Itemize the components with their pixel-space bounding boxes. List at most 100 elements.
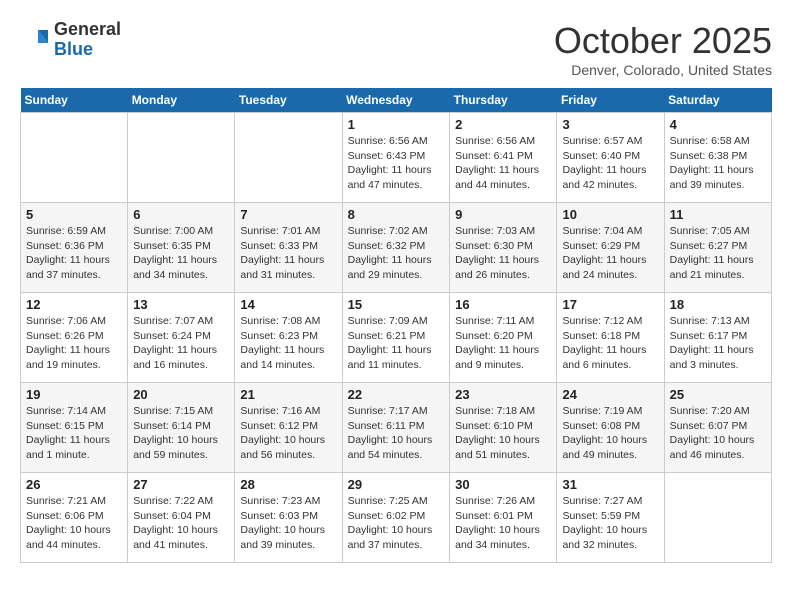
day-number: 29 — [348, 477, 445, 492]
calendar-table: SundayMondayTuesdayWednesdayThursdayFrid… — [20, 88, 772, 563]
day-info: Sunrise: 7:06 AM Sunset: 6:26 PM Dayligh… — [26, 314, 122, 373]
calendar-cell: 26 Sunrise: 7:21 AM Sunset: 6:06 PM Dayli… — [21, 473, 128, 563]
day-number: 15 — [348, 297, 445, 312]
day-number: 1 — [348, 117, 445, 132]
day-info: Sunrise: 7:05 AM Sunset: 6:27 PM Dayligh… — [670, 224, 766, 283]
day-info: Sunrise: 7:13 AM Sunset: 6:17 PM Dayligh… — [670, 314, 766, 373]
month-title: October 2025 — [554, 20, 772, 62]
day-number: 16 — [455, 297, 551, 312]
calendar-cell: 23Sunrise: 7:18 AM Sunset: 6:10 PM Dayli… — [450, 383, 557, 473]
day-of-week-header: Monday — [128, 88, 235, 113]
day-number: 18 — [670, 297, 766, 312]
day-info: Sunrise: 7:15 AM Sunset: 6:14 PM Dayligh… — [133, 404, 229, 463]
day-number: 24 — [562, 387, 658, 402]
page-header: General Blue October 2025 Denver, Colora… — [20, 20, 772, 78]
day-info: Sunrise: 7:16 AM Sunset: 6:12 PM Dayligh… — [240, 404, 336, 463]
calendar-cell: 31Sunrise: 7:27 AM Sunset: 5:59 PM Dayli… — [557, 473, 664, 563]
calendar-cell: 15 Sunrise: 7:09 AM Sunset: 6:21 PM Dayli… — [342, 293, 450, 383]
day-number: 31 — [562, 477, 658, 492]
day-number: 19 — [26, 387, 122, 402]
calendar-week-row: 19 Sunrise: 7:14 AM Sunset: 6:15 PM Dayli… — [21, 383, 772, 473]
calendar-cell: 1 Sunrise: 6:56 AM Sunset: 6:43 PM Daylig… — [342, 113, 450, 203]
calendar-cell: 28 Sunrise: 7:23 AM Sunset: 6:03 PM Dayli… — [235, 473, 342, 563]
day-number: 23 — [455, 387, 551, 402]
day-number: 9 — [455, 207, 551, 222]
calendar-cell: 25 Sunrise: 7:20 AM Sunset: 6:07 PM Dayli… — [664, 383, 771, 473]
day-info: Sunrise: 6:58 AM Sunset: 6:38 PM Dayligh… — [670, 134, 766, 193]
calendar-cell: 22 Sunrise: 7:17 AM Sunset: 6:11 PM Dayli… — [342, 383, 450, 473]
day-number: 20 — [133, 387, 229, 402]
day-info: Sunrise: 6:56 AM Sunset: 6:43 PM Dayligh… — [348, 134, 445, 193]
calendar-week-row: 5 Sunrise: 6:59 AM Sunset: 6:36 PM Daylig… — [21, 203, 772, 293]
day-info: Sunrise: 7:25 AM Sunset: 6:02 PM Dayligh… — [348, 494, 445, 553]
day-info: Sunrise: 7:26 AM Sunset: 6:01 PM Dayligh… — [455, 494, 551, 553]
day-number: 5 — [26, 207, 122, 222]
day-info: Sunrise: 6:59 AM Sunset: 6:36 PM Dayligh… — [26, 224, 122, 283]
day-number: 14 — [240, 297, 336, 312]
day-info: Sunrise: 7:08 AM Sunset: 6:23 PM Dayligh… — [240, 314, 336, 373]
day-info: Sunrise: 7:14 AM Sunset: 6:15 PM Dayligh… — [26, 404, 122, 463]
day-info: Sunrise: 7:07 AM Sunset: 6:24 PM Dayligh… — [133, 314, 229, 373]
calendar-header-row: SundayMondayTuesdayWednesdayThursdayFrid… — [21, 88, 772, 113]
day-number: 7 — [240, 207, 336, 222]
day-number: 11 — [670, 207, 766, 222]
day-number: 6 — [133, 207, 229, 222]
calendar-cell: 10Sunrise: 7:04 AM Sunset: 6:29 PM Dayli… — [557, 203, 664, 293]
day-info: Sunrise: 7:04 AM Sunset: 6:29 PM Dayligh… — [562, 224, 658, 283]
day-number: 12 — [26, 297, 122, 312]
day-number: 8 — [348, 207, 445, 222]
day-number: 26 — [26, 477, 122, 492]
day-number: 28 — [240, 477, 336, 492]
day-info: Sunrise: 7:02 AM Sunset: 6:32 PM Dayligh… — [348, 224, 445, 283]
calendar-cell: 21 Sunrise: 7:16 AM Sunset: 6:12 PM Dayli… — [235, 383, 342, 473]
calendar-cell: 18 Sunrise: 7:13 AM Sunset: 6:17 PM Dayli… — [664, 293, 771, 383]
calendar-cell: 19 Sunrise: 7:14 AM Sunset: 6:15 PM Dayli… — [21, 383, 128, 473]
day-number: 4 — [670, 117, 766, 132]
calendar-cell: 8 Sunrise: 7:02 AM Sunset: 6:32 PM Daylig… — [342, 203, 450, 293]
day-number: 21 — [240, 387, 336, 402]
day-info: Sunrise: 6:56 AM Sunset: 6:41 PM Dayligh… — [455, 134, 551, 193]
day-number: 17 — [562, 297, 658, 312]
day-number: 3 — [562, 117, 658, 132]
calendar-cell: 27 Sunrise: 7:22 AM Sunset: 6:04 PM Dayli… — [128, 473, 235, 563]
logo-icon — [20, 25, 50, 55]
calendar-cell: 29 Sunrise: 7:25 AM Sunset: 6:02 PM Dayli… — [342, 473, 450, 563]
day-info: Sunrise: 7:22 AM Sunset: 6:04 PM Dayligh… — [133, 494, 229, 553]
calendar-cell: 7 Sunrise: 7:01 AM Sunset: 6:33 PM Daylig… — [235, 203, 342, 293]
day-of-week-header: Saturday — [664, 88, 771, 113]
day-number: 13 — [133, 297, 229, 312]
day-info: Sunrise: 7:03 AM Sunset: 6:30 PM Dayligh… — [455, 224, 551, 283]
calendar-cell: 5 Sunrise: 6:59 AM Sunset: 6:36 PM Daylig… — [21, 203, 128, 293]
calendar-cell: 17Sunrise: 7:12 AM Sunset: 6:18 PM Dayli… — [557, 293, 664, 383]
calendar-week-row: 1 Sunrise: 6:56 AM Sunset: 6:43 PM Daylig… — [21, 113, 772, 203]
day-info: Sunrise: 7:17 AM Sunset: 6:11 PM Dayligh… — [348, 404, 445, 463]
day-info: Sunrise: 7:00 AM Sunset: 6:35 PM Dayligh… — [133, 224, 229, 283]
day-info: Sunrise: 7:23 AM Sunset: 6:03 PM Dayligh… — [240, 494, 336, 553]
day-number: 2 — [455, 117, 551, 132]
day-info: Sunrise: 7:21 AM Sunset: 6:06 PM Dayligh… — [26, 494, 122, 553]
day-info: Sunrise: 7:09 AM Sunset: 6:21 PM Dayligh… — [348, 314, 445, 373]
day-number: 25 — [670, 387, 766, 402]
logo: General Blue — [20, 20, 121, 60]
location: Denver, Colorado, United States — [554, 62, 772, 78]
calendar-cell: 12 Sunrise: 7:06 AM Sunset: 6:26 PM Dayli… — [21, 293, 128, 383]
calendar-cell: 3 Sunrise: 6:57 AM Sunset: 6:40 PM Daylig… — [557, 113, 664, 203]
day-of-week-header: Tuesday — [235, 88, 342, 113]
day-info: Sunrise: 7:01 AM Sunset: 6:33 PM Dayligh… — [240, 224, 336, 283]
calendar-week-row: 26 Sunrise: 7:21 AM Sunset: 6:06 PM Dayli… — [21, 473, 772, 563]
day-info: Sunrise: 7:20 AM Sunset: 6:07 PM Dayligh… — [670, 404, 766, 463]
calendar-cell — [235, 113, 342, 203]
day-of-week-header: Sunday — [21, 88, 128, 113]
logo-general: General — [54, 20, 121, 40]
day-number: 22 — [348, 387, 445, 402]
day-info: Sunrise: 6:57 AM Sunset: 6:40 PM Dayligh… — [562, 134, 658, 193]
calendar-cell — [664, 473, 771, 563]
day-of-week-header: Thursday — [450, 88, 557, 113]
day-info: Sunrise: 7:11 AM Sunset: 6:20 PM Dayligh… — [455, 314, 551, 373]
calendar-week-row: 12 Sunrise: 7:06 AM Sunset: 6:26 PM Dayli… — [21, 293, 772, 383]
calendar-cell: 13 Sunrise: 7:07 AM Sunset: 6:24 PM Dayli… — [128, 293, 235, 383]
day-number: 27 — [133, 477, 229, 492]
calendar-cell: 30Sunrise: 7:26 AM Sunset: 6:01 PM Dayli… — [450, 473, 557, 563]
logo-text: General Blue — [54, 20, 121, 60]
calendar-cell: 24Sunrise: 7:19 AM Sunset: 6:08 PM Dayli… — [557, 383, 664, 473]
